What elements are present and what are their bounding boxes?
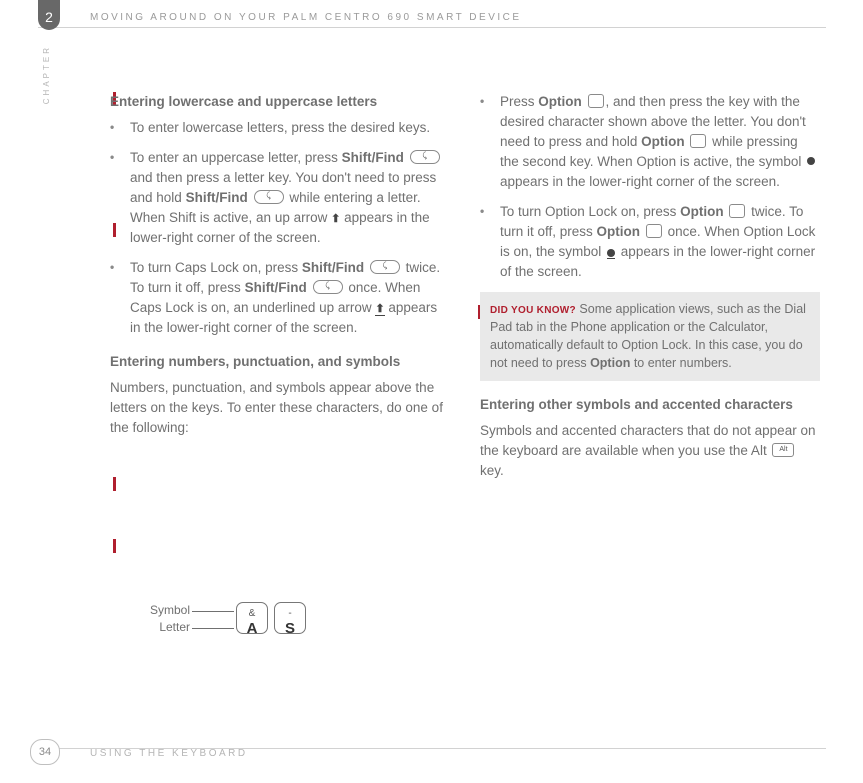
shift-find-key-icon: ⤹ <box>410 150 440 164</box>
bullet-dot-icon: • <box>480 202 500 282</box>
diagram-leader-line <box>192 628 234 629</box>
chapter-number-badge: 2 <box>38 0 60 30</box>
key-upper-glyph: - <box>288 608 291 619</box>
bullet-dot-icon: • <box>110 118 130 138</box>
callout-text: to enter numbers. <box>630 356 731 370</box>
diagram-label-letter: Letter <box>130 620 190 634</box>
key-s-icon: - S <box>274 602 306 634</box>
keyname: Shift/Find <box>245 280 307 295</box>
text: appears in the lower-right corner of the… <box>500 174 780 189</box>
underlined-up-arrow-icon: ⬆ <box>375 305 384 316</box>
gutter-tick <box>113 539 116 553</box>
content-columns: Entering lowercase and uppercase letters… <box>110 92 830 488</box>
text: To enter an uppercase letter, press <box>130 150 342 165</box>
key-lower-glyph: S <box>275 621 305 637</box>
heading-numbers-symbols: Entering numbers, punctuation, and symbo… <box>110 352 450 372</box>
text: To turn Option Lock on, press <box>500 204 680 219</box>
bullet-dot-icon: • <box>110 148 130 248</box>
paragraph: Numbers, punctuation, and symbols appear… <box>110 378 450 438</box>
right-column: • Press Option , and then press the key … <box>480 92 820 488</box>
bullet-dot-icon: • <box>110 258 130 338</box>
option-lock-symbol-icon <box>607 249 615 259</box>
bullet-dot-icon: • <box>480 92 500 192</box>
callout-lead: DID YOU KNOW? <box>490 305 576 316</box>
option-symbol-icon <box>807 157 815 165</box>
keyname: Shift/Find <box>342 150 404 165</box>
option-key-icon <box>729 204 745 218</box>
text: key. <box>480 463 504 478</box>
list-item: • Press Option , and then press the key … <box>480 92 820 192</box>
key-upper-glyph: & <box>249 608 256 619</box>
paragraph: Symbols and accented characters that do … <box>480 421 820 481</box>
option-key-icon <box>646 224 662 238</box>
keyname: Option <box>641 134 685 149</box>
keyname: Shift/Find <box>302 260 364 275</box>
list-item: • To turn Option Lock on, press Option t… <box>480 202 820 282</box>
option-key-icon <box>690 134 706 148</box>
diagram-label-symbol: Symbol <box>130 603 190 617</box>
heading-lowercase-uppercase: Entering lowercase and uppercase letters <box>110 92 450 112</box>
list-item: • To turn Caps Lock on, press Shift/Find… <box>110 258 450 338</box>
did-you-know-callout: DID YOU KNOW? Some application views, su… <box>480 292 820 381</box>
keyname: Option <box>590 356 630 370</box>
keyname: Option <box>538 94 582 109</box>
shift-find-key-icon: ⤹ <box>254 190 284 204</box>
running-footer: USING THE KEYBOARD <box>90 748 248 759</box>
list-item: • To enter lowercase letters, press the … <box>110 118 450 138</box>
up-arrow-icon: ⬆ <box>331 211 340 227</box>
key-diagram: Symbol Letter & A - S <box>130 598 410 658</box>
key-a-icon: & A <box>236 602 268 634</box>
diagram-leader-line <box>192 611 234 612</box>
bullet-text: To enter an uppercase letter, press Shif… <box>130 148 450 248</box>
list-item: • To enter an uppercase letter, press Sh… <box>110 148 450 248</box>
bullet-text: Press Option , and then press the key wi… <box>500 92 820 192</box>
bullet-text: To turn Option Lock on, press Option twi… <box>500 202 820 282</box>
text: To turn Caps Lock on, press <box>130 260 302 275</box>
text: Symbols and accented characters that do … <box>480 423 815 458</box>
chapter-label-vertical: CHAPTER <box>42 45 51 104</box>
top-rule <box>38 27 826 28</box>
left-column: Entering lowercase and uppercase letters… <box>110 92 450 488</box>
keyname: Option <box>680 204 724 219</box>
shift-find-key-icon: ⤹ <box>313 280 343 294</box>
option-key-icon <box>588 94 604 108</box>
bullet-text: To turn Caps Lock on, press Shift/Find ⤹… <box>130 258 450 338</box>
page-number-badge: 34 <box>30 739 60 765</box>
running-header: MOVING AROUND ON YOUR PALM CENTRO 690 SM… <box>90 12 522 23</box>
text: Press <box>500 94 538 109</box>
keyname: Shift/Find <box>186 190 248 205</box>
alt-key-icon: Alt <box>772 443 794 457</box>
bullet-text: To enter lowercase letters, press the de… <box>130 118 450 138</box>
key-lower-glyph: A <box>237 621 267 637</box>
shift-find-key-icon: ⤹ <box>370 260 400 274</box>
keyname: Option <box>597 224 641 239</box>
heading-other-symbols: Entering other symbols and accented char… <box>480 395 820 415</box>
